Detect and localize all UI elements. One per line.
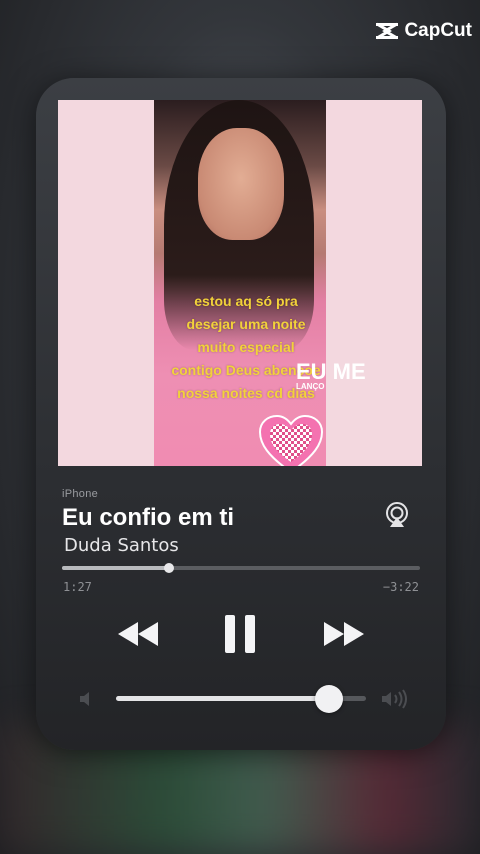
time-elapsed: 1:27: [63, 580, 92, 594]
progress-fill: [62, 566, 170, 570]
volume-knob[interactable]: [314, 685, 343, 713]
artwork-photo: [154, 100, 326, 466]
capcut-watermark: CapCut: [375, 20, 472, 42]
volume-fill: [116, 696, 329, 701]
playback-source: iPhone: [62, 488, 99, 500]
rewind-icon[interactable]: [116, 620, 160, 648]
overlay-line: muito especial: [197, 339, 295, 355]
progress-scrubber[interactable]: [62, 563, 420, 573]
capcut-brand-label: CapCut: [404, 20, 472, 41]
pause-icon[interactable]: [223, 614, 257, 654]
track-artist: Duda Santos: [64, 535, 179, 556]
progress-knob[interactable]: [164, 563, 175, 573]
overlay-line: desejar uma noite: [186, 316, 306, 332]
volume-high-icon: [382, 689, 407, 709]
volume-low-icon: [80, 692, 89, 706]
capcut-logo-icon: [376, 22, 399, 40]
volume-slider[interactable]: [116, 685, 366, 713]
track-title: Eu confio em ti: [62, 504, 235, 531]
pink-heart-icon: [258, 414, 324, 466]
overlay-line: nossa noites cd dias: [177, 385, 315, 401]
artwork-badge-sub: LANÇO: [296, 382, 325, 391]
artwork-badge-title: EU ME: [296, 359, 366, 384]
time-remaining: −3:22: [382, 580, 419, 594]
now-playing-card: estou aq só pra desejar uma noite muito …: [36, 78, 446, 750]
overlay-line: estou aq só pra: [194, 293, 298, 309]
airplay-icon[interactable]: [384, 502, 410, 528]
artwork-overlay-text: estou aq só pra desejar uma noite muito …: [118, 290, 374, 405]
fast-forward-icon[interactable]: [322, 620, 366, 648]
album-artwork: estou aq só pra desejar uma noite muito …: [58, 100, 422, 466]
